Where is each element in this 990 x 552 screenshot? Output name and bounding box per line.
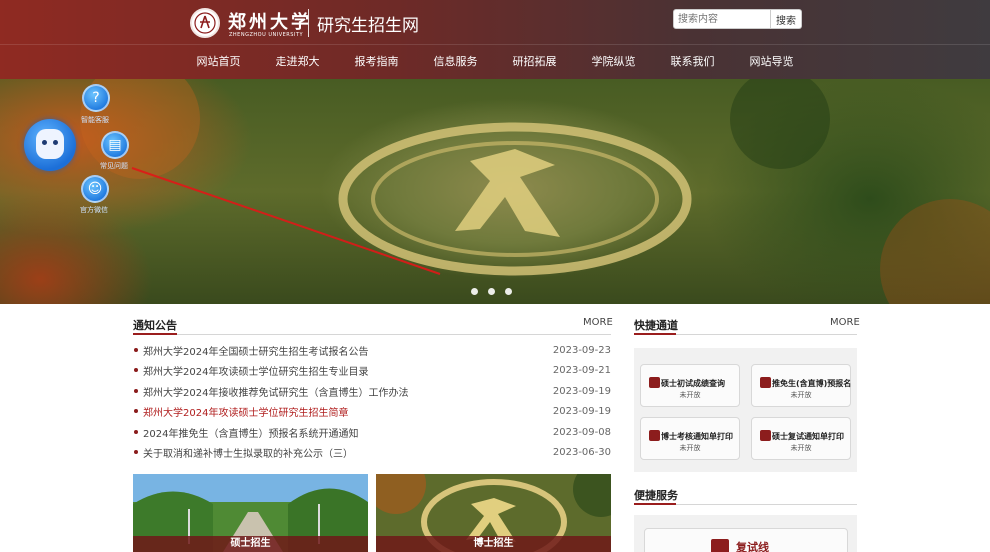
robot-right-eye	[53, 140, 58, 145]
site-name[interactable]: 研究生招生网	[317, 11, 419, 36]
logo-divider	[308, 9, 309, 37]
news-item[interactable]: 郑州大学2024年全国硕士研究生招生考试报名公告 2023-09-23	[133, 340, 611, 360]
carousel-dot[interactable]	[505, 288, 512, 295]
nav-item-home[interactable]: 网站首页	[179, 45, 258, 79]
main-nav: 网站首页 走进郑大 报考指南 信息服务 研招拓展 学院纵览 联系我们 网站导览	[179, 45, 811, 79]
fab-label-service: 智能客服	[81, 116, 109, 124]
quick-btn-pre-registration[interactable]: 推免生(含直博)预报名 未开放	[751, 364, 851, 407]
search-input[interactable]	[673, 9, 771, 29]
question-icon[interactable]: ?	[82, 84, 110, 112]
wechat-icon[interactable]: ☺	[81, 175, 109, 203]
university-emblem-icon[interactable]	[190, 8, 220, 38]
notices-title-underline	[133, 333, 177, 335]
id-card-icon	[760, 430, 771, 441]
bullet-icon	[134, 368, 138, 372]
fab-label-faq: 常见问题	[100, 162, 128, 170]
retest-line-button[interactable]: 复试线	[644, 528, 848, 552]
chart-icon	[711, 539, 729, 552]
quick-btn-status: 未开放	[790, 391, 812, 399]
news-date: 2023-09-21	[552, 364, 611, 376]
bullet-icon	[134, 450, 138, 454]
news-title[interactable]: 2024年推免生（含直博生）预报名系统开通通知	[143, 425, 551, 440]
robot-face	[36, 129, 64, 159]
services-title: 便捷服务	[634, 489, 678, 502]
news-item[interactable]: 郑州大学2024年攻读硕士学位研究生招生专业目录 2023-09-21	[133, 360, 611, 380]
site-header: 郑州大学 ZHENGZHOU UNIVERSITY 研究生招生网 搜索 网站首页…	[0, 0, 990, 79]
nav-item-sitemap[interactable]: 网站导览	[732, 45, 811, 79]
news-date: 2023-09-19	[552, 385, 611, 397]
news-title-highlighted[interactable]: 郑州大学2024年攻读硕士学位研究生招生简章	[143, 404, 551, 419]
bullet-icon	[134, 348, 138, 352]
news-title[interactable]: 郑州大学2024年接收推荐免试研究生（含直博生）工作办法	[143, 384, 551, 399]
retest-line-label: 复试线	[736, 541, 769, 552]
bullet-icon	[134, 409, 138, 413]
news-date: 2023-06-30	[552, 446, 611, 458]
nav-item-about[interactable]: 走进郑大	[258, 45, 337, 79]
search-button[interactable]: 搜索	[771, 9, 802, 29]
news-title[interactable]: 郑州大学2024年全国硕士研究生招生考试报名公告	[143, 343, 551, 358]
quick-btn-status: 未开放	[790, 444, 812, 452]
news-item[interactable]: 郑州大学2024年攻读硕士学位研究生招生简章 2023-09-19	[133, 401, 611, 421]
logo-chinese-name[interactable]: 郑州大学	[228, 8, 312, 34]
fab-label-wechat: 官方微信	[80, 206, 108, 214]
news-title[interactable]: 郑州大学2024年攻读硕士学位研究生招生专业目录	[143, 363, 551, 378]
hero-banner[interactable]: ? 智能客服 ▤ 常见问题 ☺ 官方微信	[0, 79, 990, 304]
quick-btn-label: 硕士初试成绩查询	[661, 379, 725, 388]
services-title-underline	[634, 503, 676, 505]
news-date: 2023-09-19	[552, 405, 611, 417]
user-icon	[760, 377, 771, 388]
news-item[interactable]: 郑州大学2024年接收推荐免试研究生（含直博生）工作办法 2023-09-19	[133, 381, 611, 401]
quick-title: 快捷通道	[634, 319, 678, 332]
emblem-glyph	[194, 12, 216, 34]
quick-btn-status: 未开放	[679, 391, 701, 399]
notices-title: 通知公告	[133, 319, 177, 332]
nav-item-info[interactable]: 信息服务	[416, 45, 495, 79]
nav-item-colleges[interactable]: 学院纵览	[574, 45, 653, 79]
masters-admission-card[interactable]: 硕士招生	[133, 474, 368, 552]
book-icon[interactable]: ▤	[101, 131, 129, 159]
carousel-dots	[471, 288, 512, 295]
banner-emblem-art	[80, 79, 990, 304]
quick-btn-label: 博士考核通知单打印	[661, 432, 733, 441]
bullet-icon	[134, 389, 138, 393]
quick-more-link[interactable]: MORE	[830, 317, 860, 328]
robot-left-eye	[42, 140, 47, 145]
news-item[interactable]: 关于取消和递补博士生拟录取的补充公示（三） 2023-06-30	[133, 442, 611, 462]
notices-divider	[133, 334, 611, 335]
carousel-dot[interactable]	[471, 288, 478, 295]
news-item[interactable]: 2024年推免生（含直博生）预报名系统开通通知 2023-09-08	[133, 422, 611, 442]
services-panel: 复试线	[634, 515, 857, 552]
news-date: 2023-09-08	[552, 426, 611, 438]
ai-assistant-robot-icon[interactable]	[24, 119, 76, 171]
nav-item-contact[interactable]: 联系我们	[653, 45, 732, 79]
masters-card-caption: 硕士招生	[133, 536, 368, 552]
header-top: 郑州大学 ZHENGZHOU UNIVERSITY 研究生招生网 搜索	[0, 0, 990, 44]
quick-btn-phd-notice-print[interactable]: 博士考核通知单打印 未开放	[640, 417, 740, 460]
quick-title-underline	[634, 333, 676, 335]
quick-panel: 硕士初试成绩查询 未开放 推免生(含直博)预报名 未开放 博士考核通知单打印 未…	[634, 348, 857, 472]
doctoral-card-caption: 博士招生	[376, 536, 611, 552]
quick-btn-status: 未开放	[679, 444, 701, 452]
news-date: 2023-09-23	[552, 344, 611, 356]
quick-btn-label: 硕士复试通知单打印	[772, 432, 844, 441]
quick-btn-score-query[interactable]: 硕士初试成绩查询 未开放	[640, 364, 740, 407]
doctoral-admission-card[interactable]: 博士招生	[376, 474, 611, 552]
nav-item-guide[interactable]: 报考指南	[337, 45, 416, 79]
bullet-icon	[134, 430, 138, 434]
notices-more-link[interactable]: MORE	[583, 317, 613, 328]
nav-item-extension[interactable]: 研招拓展	[495, 45, 574, 79]
news-title[interactable]: 关于取消和递补博士生拟录取的补充公示（三）	[143, 445, 551, 460]
quick-btn-retest-notice-print[interactable]: 硕士复试通知单打印 未开放	[751, 417, 851, 460]
document-icon	[649, 377, 660, 388]
logo-english-name: ZHENGZHOU UNIVERSITY	[229, 32, 304, 38]
quick-btn-label: 推免生(含直博)预报名	[772, 379, 852, 388]
carousel-dot[interactable]	[488, 288, 495, 295]
clipboard-icon	[649, 430, 660, 441]
